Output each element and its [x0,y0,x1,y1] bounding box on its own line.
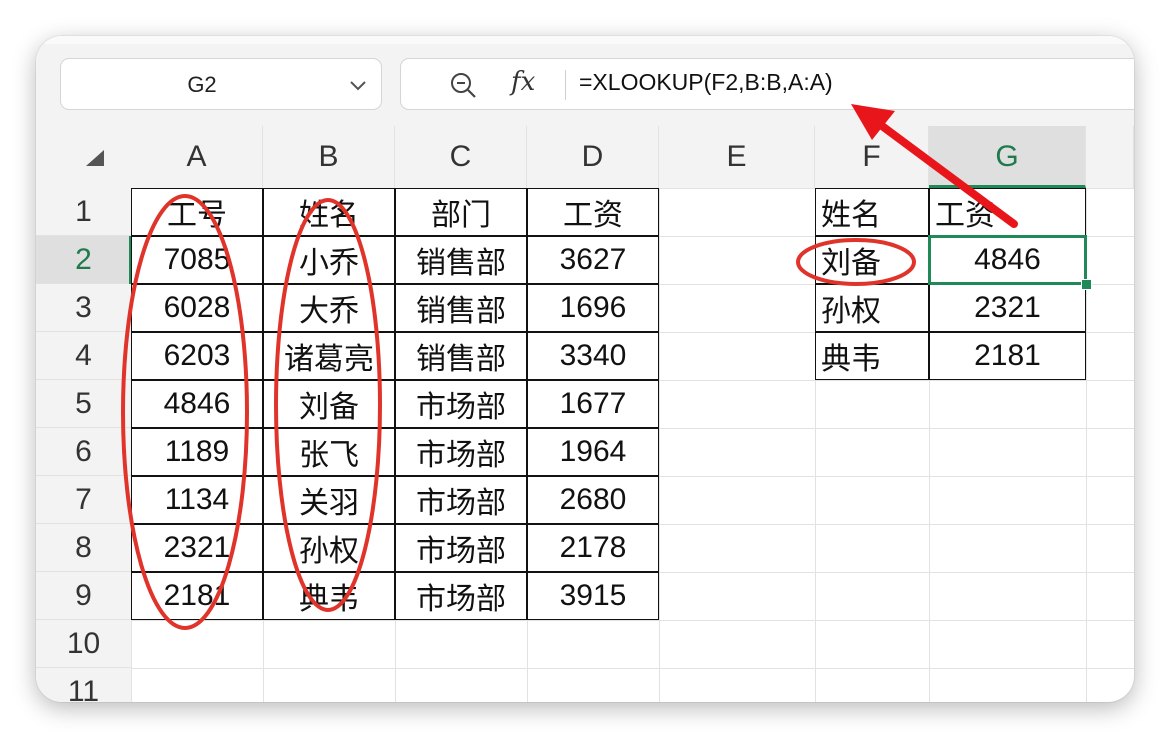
cell-a9[interactable]: 2181 [131,572,263,620]
cell-c3[interactable]: 销售部 [395,284,527,332]
column-header-f[interactable]: F [815,126,929,188]
cell-c8[interactable]: 市场部 [395,524,527,572]
cell-b9[interactable]: 典韦 [263,572,395,620]
cell-a8[interactable]: 2321 [131,524,263,572]
formula-bar[interactable]: 𝑓x =XLOOKUP(F2,B:B,A:A) [400,58,1134,110]
cell-d4[interactable]: 3340 [527,332,659,380]
cell-b5[interactable]: 刘备 [263,380,395,428]
cell-d5[interactable]: 1677 [527,380,659,428]
row-header-4[interactable]: 4 [36,332,131,380]
cell-d6[interactable]: 1964 [527,428,659,476]
cell-b6[interactable]: 张飞 [263,428,395,476]
cell-c4[interactable]: 销售部 [395,332,527,380]
select-all-icon[interactable] [84,148,106,173]
cell-b8[interactable]: 孙权 [263,524,395,572]
cell-c6[interactable]: 市场部 [395,428,527,476]
fx-icon[interactable]: 𝑓x [511,67,535,97]
cell-g4[interactable]: 2181 [929,332,1086,380]
row-header-8[interactable]: 8 [36,524,131,572]
column-header-e[interactable]: E [659,126,815,188]
column-header-a[interactable]: A [131,126,263,188]
cell-d8[interactable]: 2178 [527,524,659,572]
column-header-g[interactable]: G [929,126,1086,188]
zoom-icon[interactable] [449,71,479,106]
cell-d2[interactable]: 3627 [527,236,659,284]
column-header-b[interactable]: B [263,126,395,188]
cell-b7[interactable]: 关羽 [263,476,395,524]
cell-d9[interactable]: 3915 [527,572,659,620]
formula-bar-separator [565,70,566,100]
active-cell-highlight [928,235,1087,285]
row-header-1[interactable]: 1 [36,188,131,236]
row-header-11[interactable]: 11 [36,668,131,702]
grid-hline [131,620,1134,621]
fill-handle[interactable] [1081,279,1092,290]
grid-hline [131,668,1134,669]
row-header-2[interactable]: 2 [36,236,131,284]
cell-a7[interactable]: 1134 [131,476,263,524]
cell-b1[interactable]: 姓名 [263,188,395,236]
cell-c2[interactable]: 销售部 [395,236,527,284]
formula-text[interactable]: =XLOOKUP(F2,B:B,A:A) [579,69,833,96]
row-header-10[interactable]: 10 [36,620,131,668]
name-box[interactable]: G2 [60,58,382,110]
sheet-grid[interactable]: A B C D E F G 1 2 3 4 5 6 7 8 9 10 11 工号 姓名 部门 工资 7085 小乔 销售部 362… [36,126,1134,702]
cell-g1[interactable]: 工资 [929,188,1086,236]
row-header-9[interactable]: 9 [36,572,131,620]
chevron-down-icon[interactable] [349,78,367,96]
cell-a2[interactable]: 7085 [131,236,263,284]
cell-a4[interactable]: 6203 [131,332,263,380]
cell-a3[interactable]: 6028 [131,284,263,332]
cell-b3[interactable]: 大乔 [263,284,395,332]
column-header-c[interactable]: C [395,126,527,188]
column-header-blank [1086,126,1134,188]
cell-f1[interactable]: 姓名 [815,188,929,236]
cell-c9[interactable]: 市场部 [395,572,527,620]
row-header-7[interactable]: 7 [36,476,131,524]
cell-b4[interactable]: 诸葛亮 [263,332,395,380]
row-header-5[interactable]: 5 [36,380,131,428]
cell-a6[interactable]: 1189 [131,428,263,476]
column-header-d[interactable]: D [527,126,659,188]
cell-a5[interactable]: 4846 [131,380,263,428]
row-header-6[interactable]: 6 [36,428,131,476]
name-box-value: G2 [187,72,217,97]
cell-g3[interactable]: 2321 [929,284,1086,332]
cell-d3[interactable]: 1696 [527,284,659,332]
cell-d1[interactable]: 工资 [527,188,659,236]
cell-c7[interactable]: 市场部 [395,476,527,524]
cell-f4[interactable]: 典韦 [815,332,929,380]
row-header-3[interactable]: 3 [36,284,131,332]
select-all-corner[interactable] [36,126,131,188]
cell-c5[interactable]: 市场部 [395,380,527,428]
spreadsheet-window: G2 𝑓x =XLOOKUP(F2,B:B,A:A) ABCDEFG 1 2 3 … [36,36,1134,702]
cell-c1[interactable]: 部门 [395,188,527,236]
cell-f2[interactable]: 刘备 [815,236,929,284]
grid-vline [659,188,660,702]
cell-b2[interactable]: 小乔 [263,236,395,284]
cell-a1[interactable]: 工号 [131,188,263,236]
cell-f3[interactable]: 孙权 [815,284,929,332]
cell-d7[interactable]: 2680 [527,476,659,524]
